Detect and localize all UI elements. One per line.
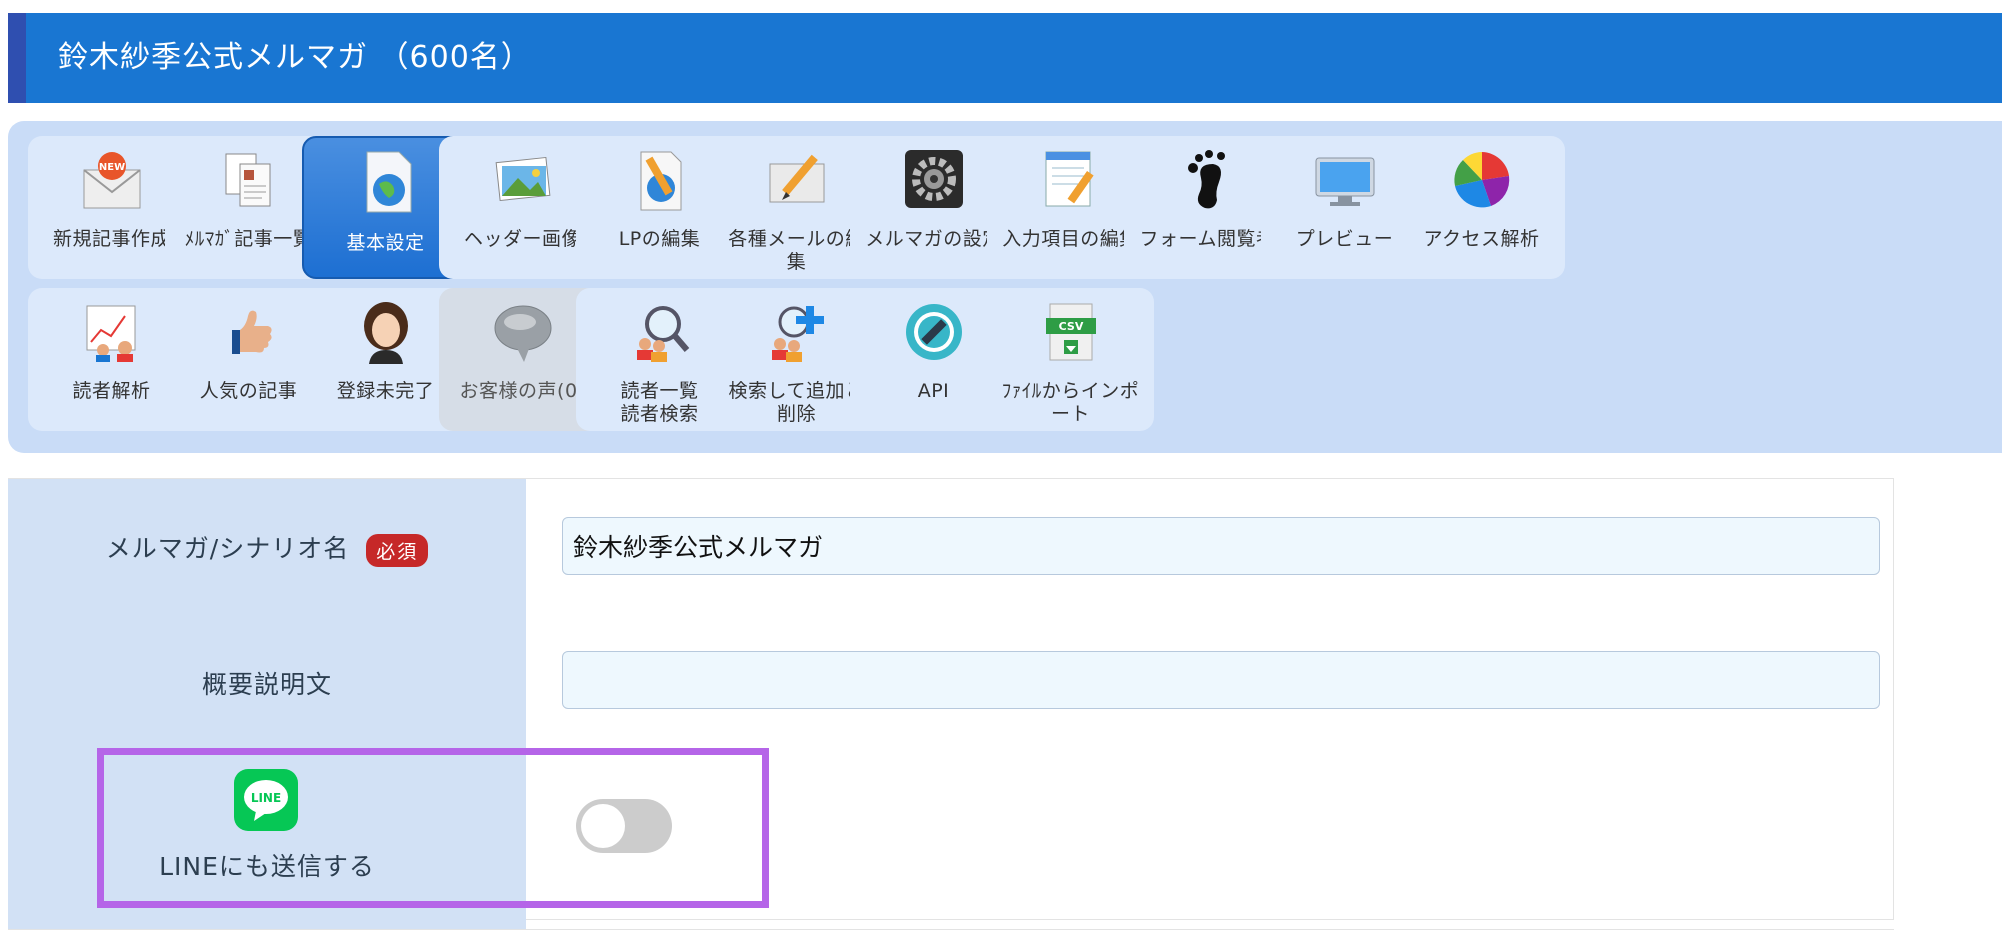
toggle-knob — [581, 804, 625, 848]
wrench-gear-icon — [906, 304, 962, 360]
line-bubble-icon: LINE — [244, 780, 288, 821]
label-cell: 概要説明文 — [8, 613, 526, 747]
page-header: 鈴木紗季公式メルマガ （600名） — [8, 13, 2002, 103]
tile-label: ﾌｧｲﾙからインポート — [1001, 380, 1140, 425]
new-mail-icon: NEW — [83, 152, 141, 209]
form-row-name: メルマガ/シナリオ名 必須 — [8, 479, 1894, 614]
form-row-next — [8, 919, 1894, 930]
speech-bubble-icon — [494, 305, 552, 362]
reader-chart-icon — [86, 305, 136, 362]
value-cell — [526, 613, 1894, 747]
gear-icon — [905, 150, 963, 208]
globe-document-icon — [366, 151, 412, 213]
line-app-icon: LINE — [234, 769, 298, 831]
required-badge: 必須 — [366, 533, 429, 567]
form-row-description: 概要説明文 — [8, 613, 1894, 748]
article-list-icon — [225, 153, 271, 207]
svg-text:CSV: CSV — [1059, 320, 1084, 333]
line-send-toggle[interactable] — [576, 799, 672, 853]
person-icon — [364, 302, 408, 364]
label-cell: LINE LINEにも送信する — [8, 747, 526, 919]
line-label: LINEにも送信する — [159, 852, 375, 881]
form-edit-icon — [1045, 151, 1094, 207]
form-row-line: LINE LINEにも送信する — [8, 747, 1894, 920]
toolbar: NEW 新規記事作成 ﾒﾙﾏｶﾞ記事一覧 基本設定 ヘッダー画像 LPの編集 各… — [8, 121, 2002, 453]
page-title: 鈴木紗季公式メルマガ （600名） — [58, 40, 532, 75]
tile-access-analysis[interactable]: アクセス解析 — [1398, 136, 1565, 279]
tile-file-import[interactable]: CSV ﾌｧｲﾙからインポート — [987, 288, 1154, 431]
name-label-text: メルマガ/シナリオ名 — [105, 534, 350, 563]
value-cell — [526, 479, 1894, 613]
csv-import-icon: CSV — [1046, 303, 1096, 361]
users-plus-icon — [772, 306, 824, 362]
pie-chart-icon — [1454, 152, 1510, 208]
name-label: メルマガ/シナリオ名 必須 — [8, 529, 526, 567]
tile-label: アクセス解析 — [1423, 228, 1540, 250]
magazine-name-input[interactable] — [562, 517, 1880, 575]
photo-icon — [495, 156, 551, 202]
edit-page-icon — [640, 151, 682, 211]
footprint-icon — [1188, 150, 1225, 209]
settings-form: メルマガ/シナリオ名 必須 概要説明文 LINE LINEにも送信する — [8, 478, 1894, 930]
thumbs-up-icon — [232, 310, 272, 354]
value-cell — [526, 747, 1894, 919]
label-cell: メルマガ/シナリオ名 必須 — [8, 479, 526, 613]
magnifier-users-icon — [637, 306, 690, 362]
description-input[interactable] — [562, 651, 1880, 709]
monitor-icon — [1315, 157, 1375, 206]
svg-text:NEW: NEW — [99, 162, 125, 173]
pencil-envelope-icon — [769, 154, 825, 203]
description-label: 概要説明文 — [201, 670, 332, 699]
line-icon-text: LINE — [251, 791, 281, 805]
